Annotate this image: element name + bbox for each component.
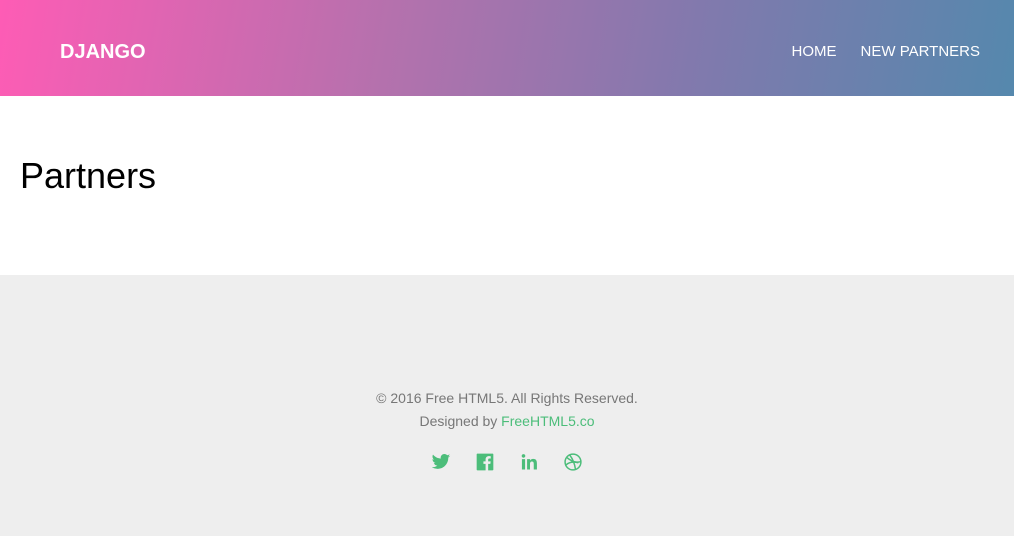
main-content: Partners xyxy=(0,96,1014,275)
copyright-text: © 2016 Free HTML5. All Rights Reserved. xyxy=(376,390,638,406)
nav-new-partners-link[interactable]: NEW PARTNERS xyxy=(861,43,980,61)
nav-home-link[interactable]: HOME xyxy=(792,43,837,61)
linkedin-icon[interactable] xyxy=(519,452,539,472)
site-logo[interactable]: DJANGO xyxy=(60,41,146,63)
main-nav: HOME NEW PARTNERS xyxy=(792,43,980,61)
dribbble-icon[interactable] xyxy=(563,452,583,472)
designer-link[interactable]: FreeHTML5.co xyxy=(501,413,594,429)
site-footer: © 2016 Free HTML5. All Rights Reserved. … xyxy=(0,275,1014,536)
designed-by-text: Designed by FreeHTML5.co xyxy=(0,412,1014,430)
page-title: Partners xyxy=(20,155,157,196)
social-links xyxy=(0,452,1014,472)
twitter-icon[interactable] xyxy=(431,452,451,472)
facebook-icon[interactable] xyxy=(475,452,495,472)
site-header: DJANGO HOME NEW PARTNERS xyxy=(0,0,1014,96)
designed-by-prefix: Designed by xyxy=(419,413,498,429)
